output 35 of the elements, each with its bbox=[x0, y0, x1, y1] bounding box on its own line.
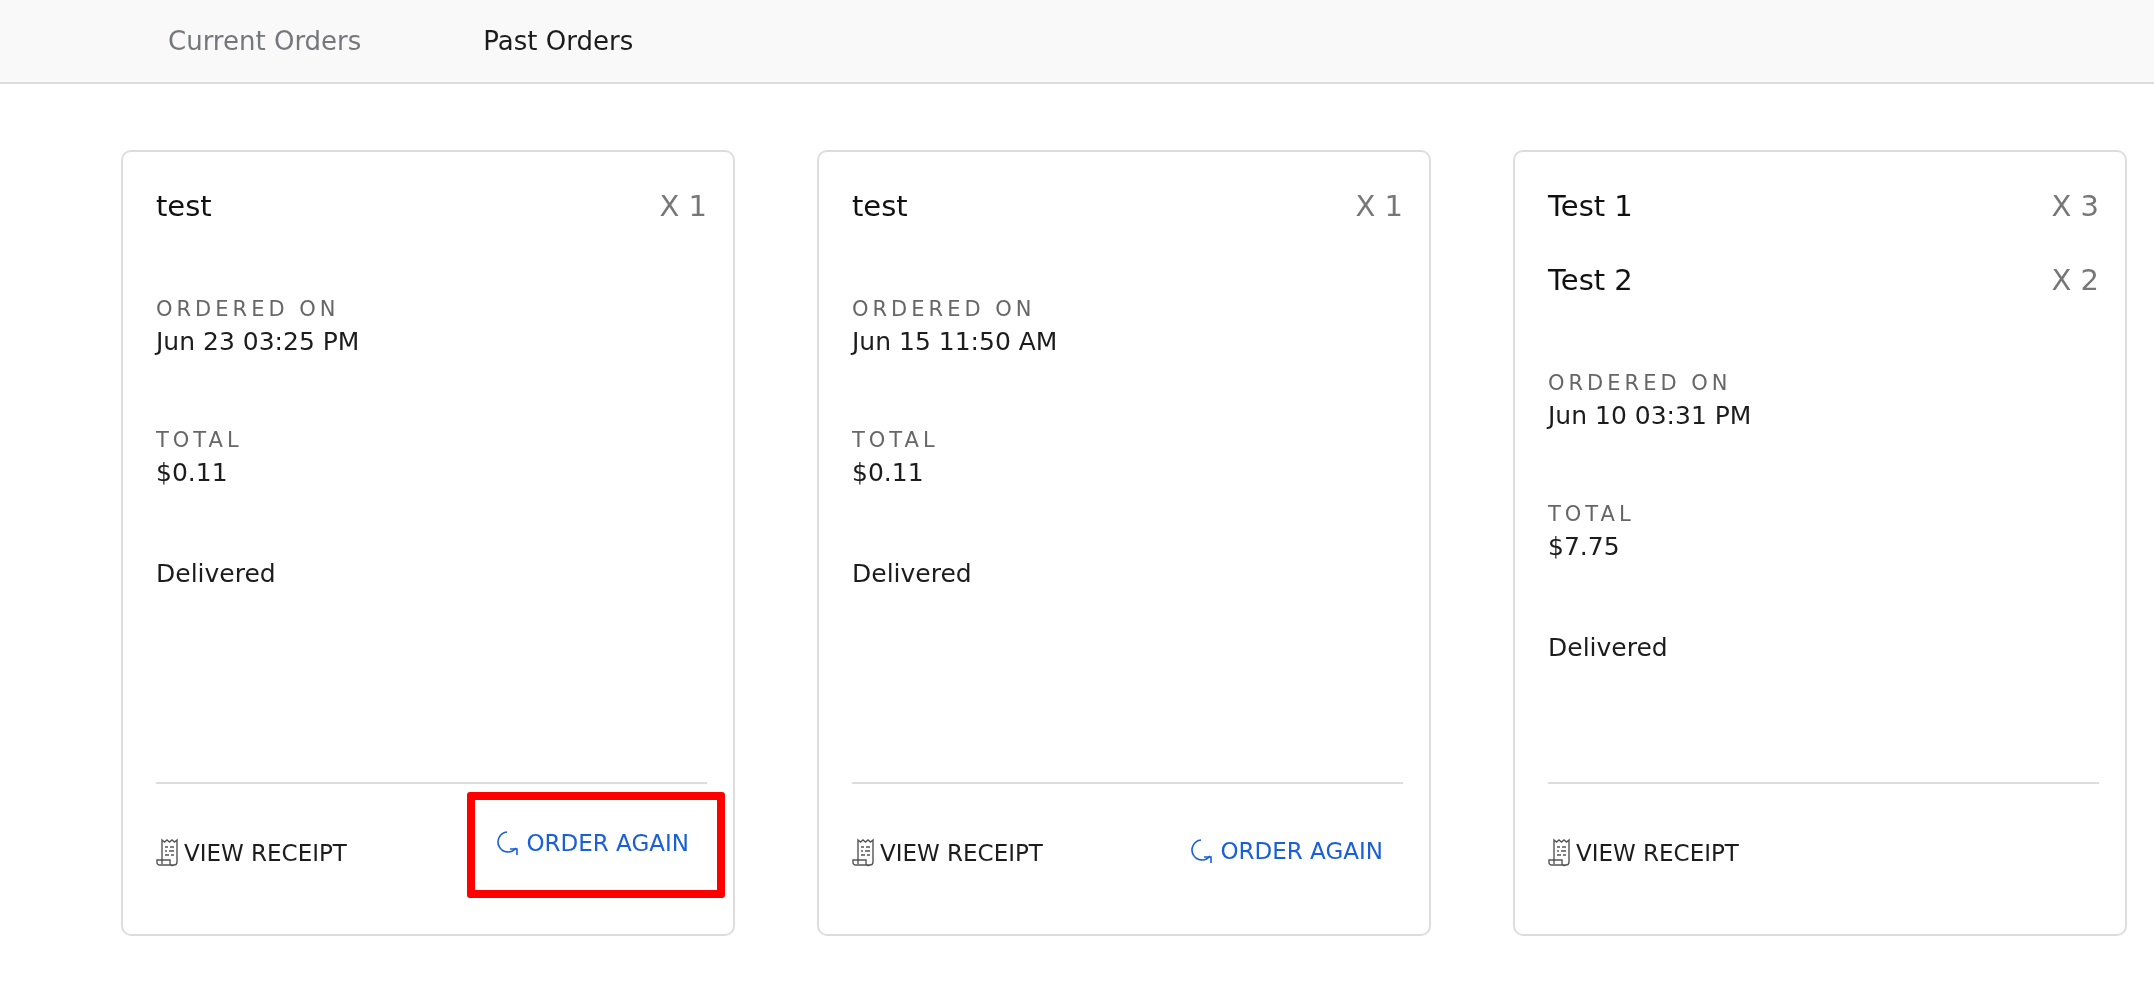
item-quantity: X 1 bbox=[1355, 189, 1403, 223]
view-receipt-button[interactable]: VIEW RECEIPT bbox=[852, 838, 1043, 868]
item-name: test bbox=[156, 189, 212, 223]
refresh-icon bbox=[494, 830, 521, 856]
field-label: ORDERED ON bbox=[1548, 371, 1733, 395]
field-label: ORDERED ON bbox=[852, 297, 1037, 321]
order-status: Delivered bbox=[852, 559, 973, 588]
field-label: TOTAL bbox=[852, 428, 940, 452]
field-label: TOTAL bbox=[156, 428, 244, 452]
order-status: Delivered bbox=[156, 559, 277, 588]
order-total: $7.75 bbox=[1548, 532, 1621, 561]
item-quantity: X 2 bbox=[2051, 263, 2099, 297]
order-again-button[interactable]: ORDER AGAIN bbox=[1188, 838, 1383, 864]
order-date: Jun 10 03:31 PM bbox=[1548, 401, 1753, 430]
item-name: Test 2 bbox=[1548, 263, 1633, 297]
item-name: test bbox=[852, 189, 908, 223]
order-again-button[interactable]: ORDER AGAIN bbox=[494, 830, 689, 856]
order-date: Jun 15 11:50 AM bbox=[852, 327, 1059, 356]
tab[interactable]: Past Orders bbox=[483, 26, 634, 56]
order-total: $0.11 bbox=[156, 458, 229, 487]
item-quantity: X 3 bbox=[2051, 189, 2099, 223]
receipt-icon bbox=[1548, 838, 1570, 868]
item-name: Test 1 bbox=[1548, 189, 1633, 223]
view-receipt-button[interactable]: VIEW RECEIPT bbox=[1548, 838, 1739, 868]
order-date: Jun 23 03:25 PM bbox=[156, 327, 361, 356]
order-total: $0.11 bbox=[852, 458, 925, 487]
refresh-icon bbox=[1188, 838, 1215, 864]
item-quantity: X 1 bbox=[659, 189, 707, 223]
field-label: ORDERED ON bbox=[156, 297, 341, 321]
receipt-icon bbox=[852, 838, 874, 868]
order-status: Delivered bbox=[1548, 633, 1669, 662]
tab[interactable]: Current Orders bbox=[168, 26, 362, 56]
view-receipt-button[interactable]: VIEW RECEIPT bbox=[156, 838, 347, 868]
receipt-icon bbox=[156, 838, 178, 868]
field-label: TOTAL bbox=[1548, 502, 1636, 526]
